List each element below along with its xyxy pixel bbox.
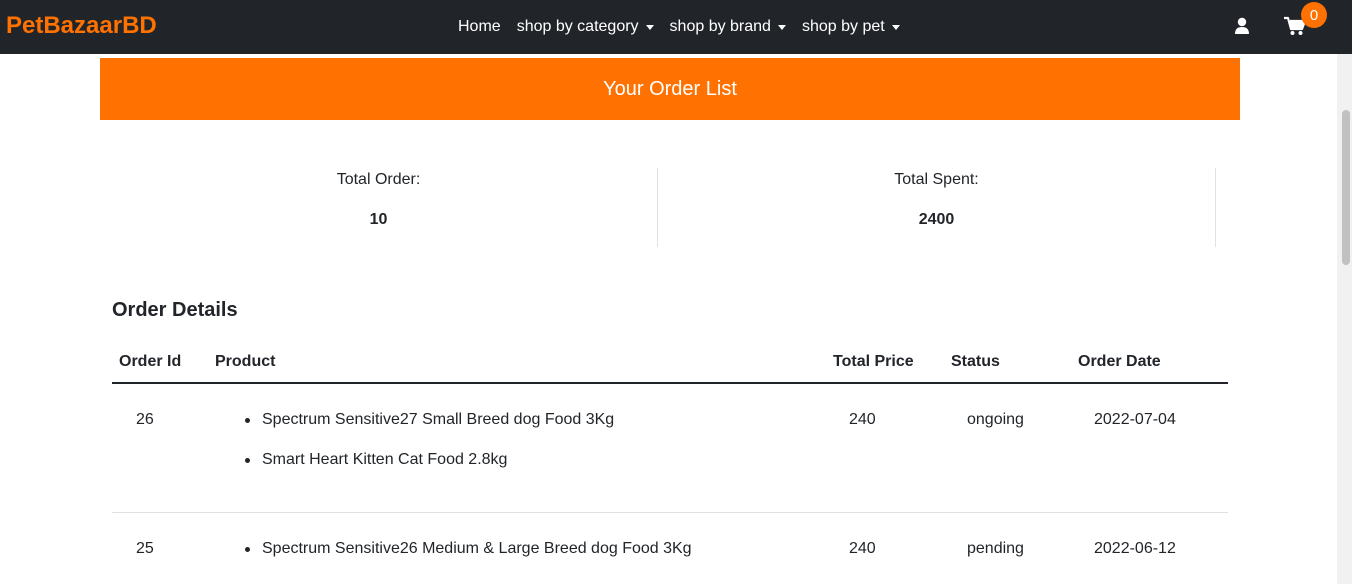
order-date-cell: 2022-07-04 [1094,411,1176,428]
cart-count-badge: 0 [1301,2,1327,28]
nav-links: Home shop by category shop by brand shop… [450,0,908,54]
column-header-product: Product [215,353,276,370]
nav-home-label: Home [458,18,501,35]
total-order-value: 10 [369,211,388,228]
product-name: Spectrum Sensitive27 Small Breed dog Foo… [262,411,615,428]
order-id-cell: 25 [136,540,154,557]
order-details-title: Order Details [112,299,238,321]
row-divider [112,512,1228,513]
column-header-order-id: Order Id [119,353,182,370]
bullet-icon [245,418,250,423]
list-item: Spectrum Sensitive27 Small Breed dog Foo… [245,411,615,429]
product-name: Spectrum Sensitive26 Medium & Large Bree… [262,540,692,557]
nav-pet-dropdown[interactable]: shop by pet [794,18,908,36]
user-icon[interactable] [1233,17,1251,35]
caret-down-icon [891,24,900,30]
total-price-cell: 240 [849,411,876,428]
bullet-icon [245,547,250,552]
total-spent-card: Total Spent: 2400 [658,168,1216,247]
caret-down-icon [645,24,654,30]
nav-category-dropdown[interactable]: shop by category [509,18,662,36]
scrollbar-thumb[interactable] [1342,110,1350,265]
order-id-cell: 26 [136,411,154,428]
top-navbar: PetBazaarBD Home shop by category shop b… [0,0,1352,54]
total-spent-label: Total Spent: [894,171,979,188]
total-price-cell: 240 [849,540,876,557]
product-name: Smart Heart Kitten Cat Food 2.8kg [262,451,508,468]
total-order-label: Total Order: [336,171,421,188]
total-order-card: Total Order: 10 [100,168,658,247]
list-item: Spectrum Sensitive26 Medium & Large Bree… [245,540,692,558]
total-spent-value: 2400 [918,211,955,228]
caret-down-icon [777,24,786,30]
brand-logo[interactable]: PetBazaarBD [6,12,157,40]
nav-category-label: shop by category [516,18,639,35]
order-list-banner: Your Order List [100,58,1240,120]
nav-pet-label: shop by pet [801,18,885,35]
status-cell: ongoing [967,411,1024,428]
nav-brand-label: shop by brand [669,18,771,35]
column-header-total-price: Total Price [833,353,914,370]
list-item: Smart Heart Kitten Cat Food 2.8kg [245,451,508,469]
bullet-icon [245,458,250,463]
column-header-status: Status [951,353,1000,370]
order-date-cell: 2022-06-12 [1094,540,1176,557]
nav-brand-dropdown[interactable]: shop by brand [662,18,794,36]
table-header-divider [112,382,1228,384]
column-header-order-date: Order Date [1078,353,1161,370]
nav-home-link[interactable]: Home [450,18,509,36]
status-cell: pending [967,540,1024,557]
